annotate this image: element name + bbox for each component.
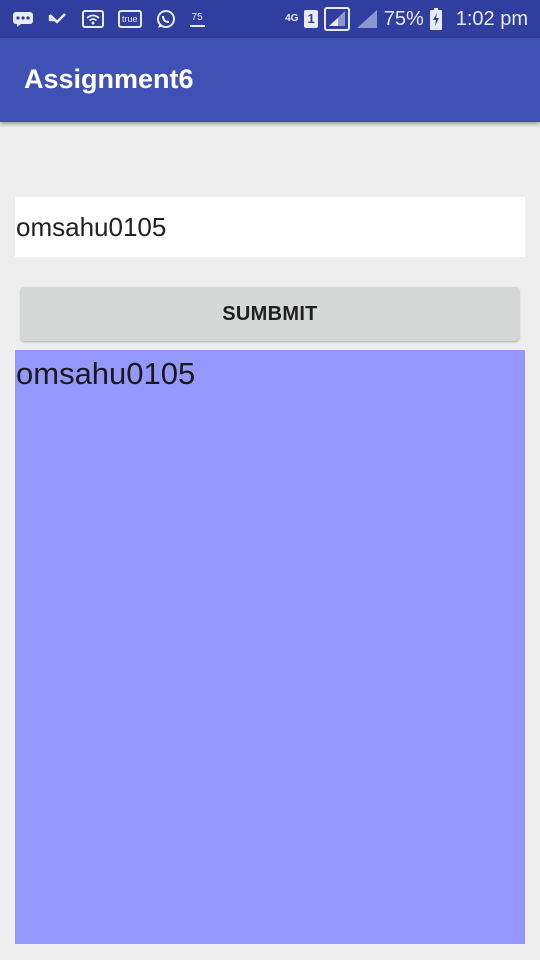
notification-75-label: 75 [189,11,205,27]
notification-75-icon: 75 [189,8,205,30]
wifi-icon [82,8,104,30]
output-panel: omsahu0105 [15,350,525,944]
sim-1-icon: 1 [304,8,318,30]
message-icon [12,8,34,30]
status-bar-notifications: true 75 [12,8,285,30]
sim-number-label: 1 [304,10,318,28]
app-title: Assignment6 [24,64,194,94]
signal-sim2-icon [356,8,378,30]
signal-sim1-icon [323,7,350,31]
network-4g-icon: 4G [285,8,298,30]
battery-charging-icon [429,8,442,30]
text-input[interactable] [15,197,525,257]
true-app-label: true [118,10,142,28]
battery-percent: 75% [383,7,424,30]
whatsapp-icon [156,8,176,30]
clock: 1:02 pm [455,7,528,30]
network-type-label: 4G [285,13,299,24]
app-bar: Assignment6 [0,38,540,122]
submit-button[interactable]: SUMBMIT [21,287,519,341]
missed-call-icon [48,8,68,30]
true-app-icon: true [118,8,142,30]
status-bar-system: 4G 1 75% 1:02 pm [285,7,528,31]
output-text: omsahu0105 [16,356,196,391]
status-bar: true 75 4G 1 75% 1:02 pm [0,0,540,38]
